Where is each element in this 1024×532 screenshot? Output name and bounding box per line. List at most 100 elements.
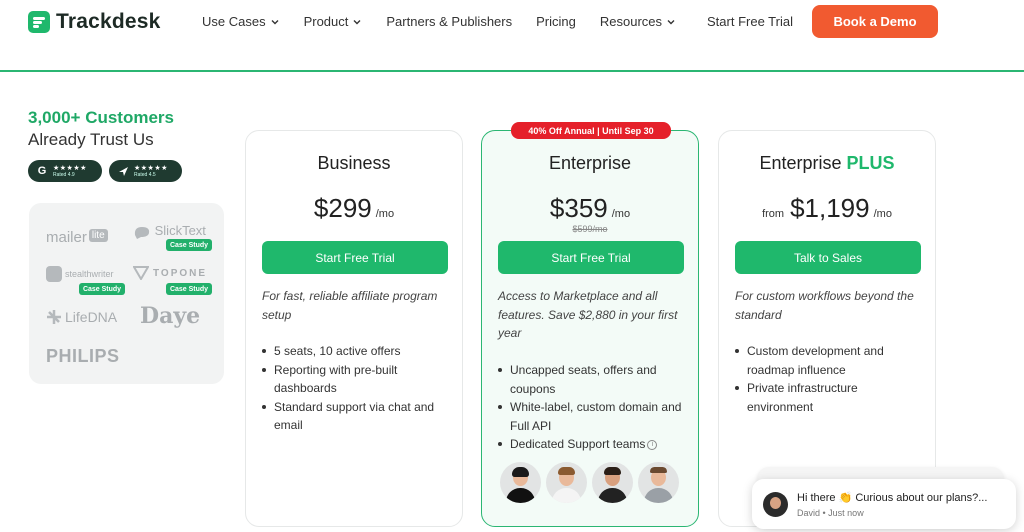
plan-title-plus: PLUS xyxy=(846,153,895,173)
trust-subheading: Already Trust Us xyxy=(28,130,154,149)
topone-logo[interactable]: TOPONE xyxy=(133,266,207,280)
slicktext-logo[interactable]: SlickText xyxy=(133,223,206,239)
chevron-down-icon xyxy=(353,19,361,24)
plan-title: Enterprise PLUS xyxy=(719,153,935,174)
chat-time: Just now xyxy=(828,508,864,518)
lifedna-logo-text: LifeDNA xyxy=(65,309,118,325)
plan-description: For custom workflows beyond the standard xyxy=(735,289,914,322)
plan-description: For fast, reliable affiliate program set… xyxy=(262,289,438,322)
business-start-trial-button[interactable]: Start Free Trial xyxy=(262,241,448,274)
nav-pricing-label: Pricing xyxy=(536,14,576,29)
rating-stars: ★★★★★ xyxy=(53,164,87,172)
stealthwriter-logo[interactable]: stealthwriter xyxy=(46,266,114,282)
chevron-down-icon xyxy=(667,19,675,24)
nav-use-cases[interactable]: Use Cases xyxy=(202,14,280,29)
feature-item: Private infrastructure environment xyxy=(735,379,925,416)
chat-sender: David xyxy=(797,508,821,518)
nav-partners[interactable]: Partners & Publishers xyxy=(386,14,512,29)
daye-logo: Daye xyxy=(140,303,201,329)
feature-item: Reporting with pre-built dashboards xyxy=(262,361,452,398)
book-demo-button[interactable]: Book a Demo xyxy=(812,5,938,38)
plan-title: Enterprise xyxy=(482,153,698,174)
plan-description: Access to Marketplace and all features. … xyxy=(498,289,678,340)
nav-product[interactable]: Product xyxy=(304,14,363,29)
capterra-rating-badge[interactable]: ★★★★★ Rated 4.5 xyxy=(109,160,182,182)
avatar xyxy=(638,462,679,503)
case-study-tag[interactable]: Case Study xyxy=(79,283,125,295)
price-row: $299 /mo xyxy=(246,193,462,224)
chevron-down-icon xyxy=(271,19,279,24)
plan-price: $299 xyxy=(313,193,372,223)
g2-icon: G xyxy=(37,165,47,177)
promo-badge: 40% Off Annual | Until Sep 30 xyxy=(511,122,671,139)
plan-features: Custom development and roadmap influence… xyxy=(735,342,925,416)
talk-to-sales-button[interactable]: Talk to Sales xyxy=(735,241,921,274)
trackdesk-logo[interactable]: Trackdesk xyxy=(28,10,161,34)
rating-text: Rated 4.9 xyxy=(53,171,75,178)
trackdesk-logo-icon xyxy=(28,11,50,33)
feature-item: White-label, custom domain and Full API xyxy=(498,398,688,435)
slicktext-logo-text: SlickText xyxy=(154,223,206,238)
case-study-tag[interactable]: Case Study xyxy=(166,239,212,251)
price-period: /mo xyxy=(873,208,892,220)
philips-logo: PHILIPS xyxy=(46,346,120,366)
mailerlite-logo: mailer lite xyxy=(46,229,108,246)
plan-features: Uncapped seats, offers and coupons White… xyxy=(498,361,688,454)
customers-count-heading: 3,000+ Customers xyxy=(28,108,174,127)
plan-title: Business xyxy=(246,153,462,174)
plan-card-business: Business $299 /mo Start Free Trial For f… xyxy=(245,130,463,527)
case-study-tag[interactable]: Case Study xyxy=(166,283,212,295)
feature-item: Standard support via chat and email xyxy=(262,398,452,435)
price-period: /mo xyxy=(611,208,631,220)
nav-use-cases-label: Use Cases xyxy=(202,14,266,29)
nav-pricing[interactable]: Pricing xyxy=(536,14,576,29)
feature-item: Uncapped seats, offers and coupons xyxy=(498,361,688,398)
price-period: /mo xyxy=(375,208,395,220)
rating-stars: ★★★★★ xyxy=(134,164,168,172)
price-row: $359 /mo xyxy=(482,193,698,224)
nav-partners-label: Partners & Publishers xyxy=(386,14,513,29)
nav-product-label: Product xyxy=(303,14,349,29)
info-icon[interactable]: i xyxy=(647,439,658,450)
chat-meta: David • Just now xyxy=(797,508,864,518)
lifedna-icon xyxy=(47,310,61,324)
slicktext-icon xyxy=(134,226,150,239)
top-nav: Trackdesk Use Cases Product Partners & P… xyxy=(0,0,1024,70)
mailerlite-logo-tag: lite xyxy=(88,229,108,242)
price-prefix: from xyxy=(762,208,785,220)
avatar xyxy=(592,462,633,503)
mailerlite-logo-text: mailer xyxy=(46,229,87,246)
plan-title-text: Enterprise xyxy=(548,153,632,173)
capterra-icon xyxy=(117,165,129,177)
nav-links: Use Cases Product Partners & Publishers … xyxy=(202,14,676,29)
feature-item: Custom development and roadmap influence xyxy=(735,342,925,379)
enterprise-start-trial-button[interactable]: Start Free Trial xyxy=(498,241,684,274)
nav-divider xyxy=(0,70,1024,72)
avatar xyxy=(500,462,541,503)
g2-rating-badge[interactable]: G ★★★★★ Rated 4.9 xyxy=(28,160,102,182)
original-price: $599/mo xyxy=(572,224,608,234)
plan-title-text: Enterprise xyxy=(759,153,842,173)
plan-title-text: Business xyxy=(317,153,391,173)
support-team-avatars xyxy=(500,462,679,503)
avatar xyxy=(763,492,788,517)
feature-item-text: Dedicated Support teams xyxy=(510,437,646,451)
stealthwriter-icon xyxy=(46,266,62,282)
plan-features: 5 seats, 10 active offers Reporting with… xyxy=(262,342,452,435)
nav-resources-label: Resources xyxy=(599,14,663,29)
chat-message: Hi there 👏 Curious about our plans?... xyxy=(797,492,988,504)
feature-item: Dedicated Support teams i xyxy=(498,435,688,454)
rating-text: Rated 4.5 xyxy=(134,171,156,178)
topone-logo-text: TOPONE xyxy=(153,267,208,279)
lifedna-logo: LifeDNA xyxy=(46,309,117,325)
chat-popup[interactable]: Hi there 👏 Curious about our plans?... D… xyxy=(752,479,1016,529)
plan-price: $359 xyxy=(549,193,608,223)
customer-logos-panel: mailer lite SlickText Case Study stealthw… xyxy=(29,203,224,384)
nav-start-free-trial-link[interactable]: Start Free Trial xyxy=(707,14,793,29)
feature-item: 5 seats, 10 active offers xyxy=(262,342,452,361)
avatar xyxy=(546,462,587,503)
plan-card-enterprise: Enterprise $359 /mo $599/mo Start Free T… xyxy=(481,130,699,527)
price-row: from $1,199 /mo xyxy=(719,193,935,224)
nav-resources[interactable]: Resources xyxy=(600,14,676,29)
plan-price: $1,199 xyxy=(790,193,870,223)
